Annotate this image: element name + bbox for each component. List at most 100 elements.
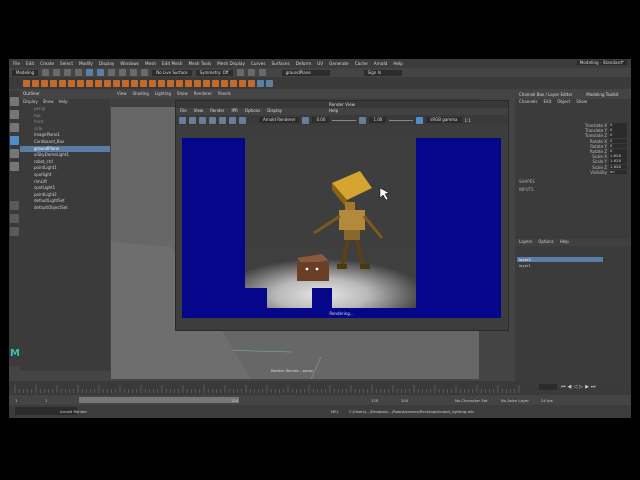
viewport-menu-lighting[interactable]: Lighting bbox=[155, 91, 171, 98]
region-icon[interactable] bbox=[209, 116, 216, 124]
outliner-item[interactable]: Cardboard_Box bbox=[20, 139, 110, 146]
rv-menu-file[interactable]: File bbox=[180, 108, 187, 115]
rv-menu-display[interactable]: Display bbox=[267, 108, 282, 115]
single-pane-icon[interactable] bbox=[10, 201, 19, 210]
select-hierarchy-icon[interactable] bbox=[86, 69, 94, 76]
menu-cache[interactable]: Cache bbox=[355, 61, 368, 66]
go-end-icon[interactable]: ⏭ bbox=[591, 384, 596, 390]
separate-icon[interactable] bbox=[167, 79, 174, 87]
viewport-menu-view[interactable]: View bbox=[117, 91, 127, 98]
object-name-field[interactable]: groundPlane bbox=[281, 69, 330, 76]
svg-icon[interactable] bbox=[149, 79, 156, 87]
bridge-icon[interactable] bbox=[212, 79, 219, 87]
ipr-icon[interactable] bbox=[189, 116, 196, 124]
snap-curve-icon[interactable] bbox=[130, 69, 138, 76]
gamma-field[interactable]: 1.00 bbox=[369, 117, 387, 123]
viewport-menu-show[interactable]: Show bbox=[177, 91, 188, 98]
outliner-item[interactable]: front bbox=[20, 119, 110, 126]
menu-mesh-display[interactable]: Mesh Display bbox=[217, 61, 245, 66]
step-forward-icon[interactable]: ▶ bbox=[585, 384, 589, 390]
bevel-icon[interactable] bbox=[221, 79, 228, 87]
menuset-select[interactable]: Modeling bbox=[12, 69, 39, 76]
play-forward-icon[interactable]: ▷ bbox=[579, 384, 583, 390]
outliner-item[interactable]: rimLift bbox=[20, 179, 110, 186]
torus-icon[interactable] bbox=[59, 79, 66, 87]
menu-edit[interactable]: Edit bbox=[26, 61, 34, 66]
current-frame-field[interactable] bbox=[539, 384, 557, 390]
outliner-item[interactable]: robot_ctrl bbox=[20, 159, 110, 166]
live-surface-field[interactable]: No Live Surface bbox=[152, 69, 192, 76]
attribute-value[interactable]: on bbox=[609, 169, 627, 175]
undo-icon[interactable] bbox=[64, 69, 72, 76]
menu-edit-mesh[interactable]: Edit Mesh bbox=[162, 61, 182, 66]
layers-menu-help[interactable]: Help bbox=[560, 239, 569, 246]
menu-modify[interactable]: Modify bbox=[79, 61, 93, 66]
script-mode[interactable]: MEL bbox=[331, 409, 339, 414]
outliner-item[interactable]: groundPlane bbox=[20, 145, 110, 153]
layer-row-selected[interactable]: layer2 bbox=[517, 257, 603, 262]
rv-menu-view[interactable]: View bbox=[194, 108, 204, 115]
exposure-icon[interactable] bbox=[302, 116, 310, 124]
outliner-item[interactable]: top bbox=[20, 113, 110, 120]
menu-surfaces[interactable]: Surfaces bbox=[272, 61, 290, 66]
rv-menu-help[interactable]: Help bbox=[329, 108, 338, 115]
extrude-icon[interactable] bbox=[203, 79, 210, 87]
sphere-icon[interactable] bbox=[23, 79, 30, 87]
cb-menu-edit[interactable]: Edit bbox=[544, 99, 552, 106]
renderer-select[interactable]: Arnold Renderer bbox=[259, 117, 300, 123]
plane-icon[interactable] bbox=[68, 79, 75, 87]
cb-menu-object[interactable]: Object bbox=[557, 99, 570, 106]
boolean-icon[interactable] bbox=[185, 79, 192, 87]
rendered-image[interactable]: Rendering... bbox=[182, 138, 501, 318]
viewport-menu-renderer[interactable]: Renderer bbox=[194, 91, 212, 98]
redo-render-icon[interactable] bbox=[179, 116, 186, 124]
rv-menu-options[interactable]: Options bbox=[245, 108, 260, 115]
max-end[interactable]: 200 bbox=[401, 398, 408, 403]
cylinder-icon[interactable] bbox=[41, 79, 48, 87]
magnet-icon[interactable] bbox=[108, 69, 116, 76]
cb-menu-channels[interactable]: Channels bbox=[519, 99, 538, 106]
start-frame[interactable]: 1 bbox=[15, 398, 17, 403]
disc-icon[interactable] bbox=[77, 79, 84, 87]
folder-icon[interactable] bbox=[42, 69, 50, 76]
layers-menu-layers[interactable]: Layers bbox=[519, 239, 532, 246]
play-back-icon[interactable]: ◁ bbox=[573, 384, 577, 390]
colorspace-select[interactable]: sRGB gamma bbox=[426, 117, 462, 123]
outliner-menu-show[interactable]: Show bbox=[43, 99, 54, 106]
menu-windows[interactable]: Windows bbox=[120, 61, 139, 66]
platonic-icon[interactable] bbox=[86, 79, 93, 87]
sign-in-button[interactable]: Sign In bbox=[363, 69, 402, 76]
symmetry-select[interactable]: Symmetry: Off bbox=[195, 69, 233, 76]
tab-channel-box[interactable]: Channel Box / Layer Editor bbox=[519, 91, 572, 99]
menu-generate[interactable]: Generate bbox=[329, 61, 349, 66]
gamma-icon[interactable] bbox=[359, 116, 367, 124]
exposure-slider[interactable] bbox=[332, 119, 357, 121]
outliner-item[interactable]: spotLight1 bbox=[20, 185, 110, 192]
target-weld-icon[interactable] bbox=[239, 79, 246, 87]
outliner-item[interactable]: pointLight2 bbox=[20, 192, 110, 199]
layers-menu-options[interactable]: Options bbox=[538, 239, 553, 246]
time-slider[interactable]: ⏮ ◀ ◁ ▷ ▶ ⏭ bbox=[9, 381, 631, 395]
menu-mesh-tools[interactable]: Mesh Tools bbox=[189, 61, 212, 66]
render-settings-icon[interactable] bbox=[258, 69, 266, 76]
select-object-icon[interactable] bbox=[97, 69, 105, 76]
select-tool-icon[interactable] bbox=[10, 97, 19, 106]
mirror-icon[interactable] bbox=[194, 79, 201, 87]
lasso-tool-icon[interactable] bbox=[10, 110, 19, 119]
save-icon[interactable] bbox=[53, 69, 61, 76]
outliner-item[interactable]: spotlight bbox=[20, 172, 110, 179]
menu-select[interactable]: Select bbox=[60, 61, 73, 66]
cone-icon[interactable] bbox=[50, 79, 57, 87]
viewport-menu-panels[interactable]: Panels bbox=[218, 91, 231, 98]
fps-select[interactable]: 24 fps bbox=[541, 398, 553, 403]
alpha-icon[interactable] bbox=[239, 116, 246, 124]
menu-curves[interactable]: Curves bbox=[251, 61, 266, 66]
snap-grid-icon[interactable] bbox=[119, 69, 127, 76]
rv-menu-render[interactable]: Render bbox=[210, 108, 224, 115]
outliner-item[interactable]: aiSkyDomeLight1 bbox=[20, 152, 110, 159]
paint-select-icon[interactable] bbox=[10, 123, 19, 132]
multi-cut-icon[interactable] bbox=[230, 79, 237, 87]
gamma-slider[interactable] bbox=[389, 119, 414, 121]
ipr-render-icon[interactable] bbox=[247, 69, 255, 76]
outliner-menu-help[interactable]: Help bbox=[59, 99, 68, 106]
